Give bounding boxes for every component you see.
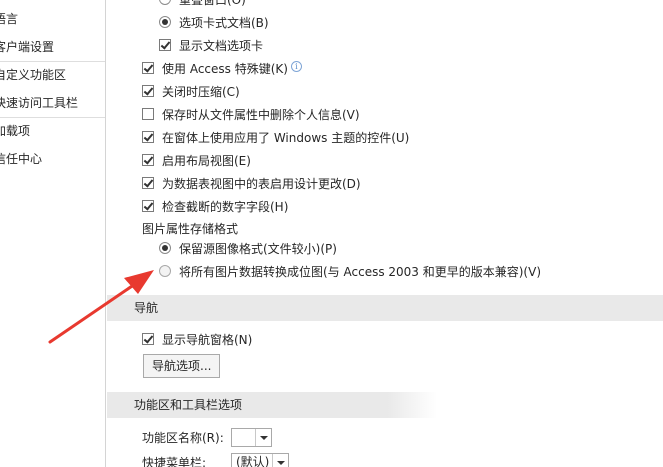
options-content-pane: 重叠窗口(O) 选项卡式文档(B) 显示文档选项卡 使用 Access 特殊键(… [107, 0, 663, 467]
enable-design-changes-row[interactable]: 为数据表视图中的表启用设计更改(D) [142, 173, 361, 193]
sidebar-item-client-settings[interactable]: 客户端设置 [0, 36, 60, 58]
preserve-source-format-row[interactable]: 保留源图像格式(文件较小)(P) [159, 238, 337, 258]
enable-layout-view-label: 启用布局视图(E) [162, 153, 251, 168]
use-access-special-keys-label: 使用 Access 特殊键(K) [162, 61, 288, 76]
chevron-down-icon[interactable] [272, 454, 288, 467]
picture-format-heading: 图片属性存储格式 [142, 222, 239, 236]
sidebar-item-label: 客户端设置 [0, 40, 55, 54]
compact-on-close-row[interactable]: 关闭时压缩(C) [142, 81, 240, 101]
sidebar-item-label: 加载项 [0, 124, 31, 138]
sidebar-item-language[interactable]: 语言 [0, 8, 24, 30]
info-icon[interactable]: i [290, 61, 302, 72]
remove-personal-info-label: 保存时从文件属性中删除个人信息(V) [162, 107, 360, 122]
show-nav-pane-label: 显示导航窗格(N) [162, 332, 253, 347]
options-category-sidebar: 语言 客户端设置 自定义功能区 快速访问工具栏 加载项 信任中心 [0, 0, 106, 467]
compact-on-close-checkbox[interactable] [142, 84, 154, 97]
convert-to-bitmap-label: 将所有图片数据转换成位图(与 Access 2003 和更早的版本兼容)(V) [179, 264, 541, 279]
show-nav-pane-row[interactable]: 显示导航窗格(N) [142, 329, 252, 349]
use-access-special-keys-checkbox[interactable] [142, 61, 154, 74]
enable-layout-view-checkbox[interactable] [142, 153, 154, 166]
sidebar-item-label: 信任中心 [0, 152, 43, 166]
sidebar-divider [0, 61, 105, 62]
preserve-source-format-radio[interactable] [159, 241, 171, 254]
shortcut-menu-value: (默认) [236, 455, 270, 467]
remove-personal-info-checkbox[interactable] [142, 107, 154, 120]
ribbon-name-label: 功能区名称(R): [142, 431, 224, 445]
overlap-windows-radio[interactable] [159, 0, 171, 5]
navigation-section-header: 导航 [107, 295, 663, 321]
remove-personal-info-row[interactable]: 保存时从文件属性中删除个人信息(V) [142, 104, 360, 124]
shortcut-menu-label: 快捷菜单栏: [142, 456, 207, 467]
sidebar-item-trust-center[interactable]: 信任中心 [0, 148, 48, 170]
sidebar-item-add-ins[interactable]: 加载项 [0, 120, 36, 142]
use-windows-theme-row[interactable]: 在窗体上使用应用了 Windows 主题的控件(U) [142, 127, 409, 147]
ribbon-toolbar-section-header: 功能区和工具栏选项 [107, 392, 437, 418]
sidebar-item-label: 快速访问工具栏 [0, 96, 79, 110]
overlap-windows-radio-row[interactable]: 重叠窗口(O) [159, 0, 246, 9]
convert-to-bitmap-radio[interactable] [159, 264, 171, 277]
show-nav-pane-checkbox[interactable] [142, 332, 154, 345]
sidebar-item-label: 自定义功能区 [0, 68, 67, 82]
sidebar-item-label: 语言 [0, 12, 19, 26]
show-document-tabs-label: 显示文档选项卡 [179, 38, 264, 53]
ribbon-toolbar-heading: 功能区和工具栏选项 [134, 398, 243, 412]
preserve-source-format-label: 保留源图像格式(文件较小)(P) [179, 241, 337, 256]
use-windows-theme-label: 在窗体上使用应用了 Windows 主题的控件(U) [162, 130, 410, 145]
enable-layout-view-row[interactable]: 启用布局视图(E) [142, 150, 251, 170]
show-document-tabs-checkbox[interactable] [159, 38, 171, 51]
compact-on-close-label: 关闭时压缩(C) [162, 84, 240, 99]
enable-design-changes-checkbox[interactable] [142, 176, 154, 189]
use-windows-theme-checkbox[interactable] [142, 130, 154, 143]
tabbed-documents-label: 选项卡式文档(B) [179, 15, 269, 30]
check-truncated-fields-row[interactable]: 检查截断的数字字段(H) [142, 196, 288, 216]
sidebar-item-quick-access-toolbar[interactable]: 快速访问工具栏 [0, 92, 84, 114]
navigation-heading: 导航 [134, 301, 159, 315]
check-truncated-fields-checkbox[interactable] [142, 199, 154, 212]
check-truncated-fields-label: 检查截断的数字字段(H) [162, 199, 289, 214]
enable-design-changes-label: 为数据表视图中的表启用设计更改(D) [162, 176, 361, 191]
tabbed-documents-radio[interactable] [159, 15, 171, 28]
use-access-special-keys-row[interactable]: 使用 Access 特殊键(K) i [142, 58, 302, 78]
navigation-options-button[interactable]: 导航选项... [143, 354, 221, 378]
chevron-down-icon[interactable] [255, 429, 271, 446]
sidebar-item-customize-ribbon[interactable]: 自定义功能区 [0, 64, 72, 86]
ribbon-name-combobox[interactable] [231, 428, 272, 447]
tabbed-documents-radio-row[interactable]: 选项卡式文档(B) [159, 12, 269, 32]
overlap-windows-label: 重叠窗口(O) [179, 0, 246, 10]
show-document-tabs-row[interactable]: 显示文档选项卡 [159, 35, 263, 55]
convert-to-bitmap-row[interactable]: 将所有图片数据转换成位图(与 Access 2003 和更早的版本兼容)(V) [159, 261, 541, 281]
shortcut-menu-combobox[interactable]: (默认) [231, 453, 289, 467]
sidebar-divider [0, 117, 105, 118]
